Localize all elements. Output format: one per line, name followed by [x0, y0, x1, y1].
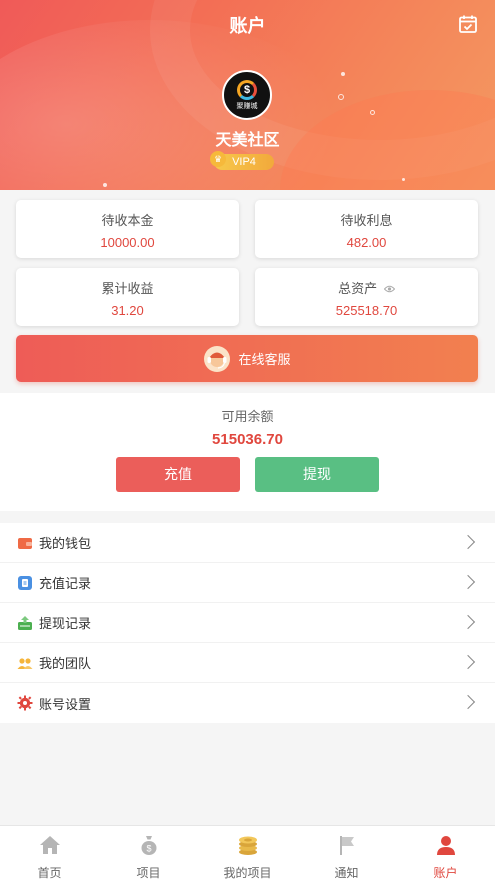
online-service-label: 在线客服 — [238, 352, 291, 367]
balance-panel: 可用余额 515036.70 充值 提现 — [0, 393, 495, 511]
menu-item-recharge-records[interactable]: 充值记录 — [0, 563, 495, 603]
total-assets-label: 总资产 — [338, 281, 378, 296]
pending-principal-label: 待收本金 — [101, 213, 154, 228]
total-assets-value: 525518.70 — [335, 303, 398, 318]
eye-icon[interactable] — [383, 285, 395, 293]
recharge-record-icon — [18, 575, 32, 590]
menu-label: 我的钱包 — [39, 536, 92, 551]
money-bag-icon: $ — [141, 836, 156, 855]
pending-interest-value: 482.00 — [346, 235, 387, 250]
headset-icon — [204, 345, 231, 372]
coin-stack-icon — [238, 836, 257, 855]
flag-icon — [339, 836, 354, 855]
page-title: 账户 — [229, 16, 266, 36]
avatar-brand-text: 聚赚城 — [236, 102, 258, 110]
total-earnings-card: 累计收益 31.20 — [16, 268, 239, 326]
total-assets-card: 总资产 525518.70 — [255, 268, 478, 326]
menu-item-my-team[interactable]: 我的团队 — [0, 643, 495, 683]
tab-label: 项目 — [136, 866, 161, 880]
decor-dot — [370, 110, 375, 115]
chevron-right-icon — [460, 614, 476, 630]
chevron-right-icon — [460, 694, 476, 710]
tab-projects[interactable]: $ 项目 — [99, 826, 198, 885]
decor-dot — [402, 178, 405, 181]
decor-dot — [103, 183, 107, 187]
svg-text:$: $ — [146, 844, 151, 854]
total-assets-header: 总资产 — [255, 278, 478, 297]
tab-label: 通知 — [334, 866, 359, 880]
settings-gear-icon — [17, 695, 33, 711]
online-service-button[interactable]: 在线客服 — [16, 335, 478, 382]
available-balance-amount: 515036.70 — [212, 431, 283, 448]
bottom-tab-bar: 首页 $ 项目 我的项目 通知 账户 — [0, 825, 495, 885]
vip-badge: ♛ VIP4 — [210, 151, 274, 170]
account-menu: 我的钱包 充值记录 提现记录 我的团队 账号设置 — [0, 523, 495, 723]
menu-item-withdraw-records[interactable]: 提现记录 — [0, 603, 495, 643]
tab-label: 首页 — [37, 866, 62, 880]
total-earnings-label: 累计收益 — [101, 281, 154, 296]
withdraw-record-icon — [18, 615, 32, 630]
calendar-check-icon[interactable] — [458, 14, 478, 34]
chevron-right-icon — [460, 574, 476, 590]
avatar[interactable]: $ 聚赚城 — [222, 70, 272, 120]
available-balance-label: 可用余额 — [221, 409, 274, 424]
total-earnings-value: 31.20 — [111, 303, 144, 318]
decor-dot — [338, 94, 344, 100]
home-icon — [39, 836, 60, 854]
user-icon — [436, 836, 455, 855]
pending-interest-card: 待收利息 482.00 — [255, 200, 478, 258]
tab-label: 我的项目 — [223, 866, 272, 880]
wallet-icon — [18, 537, 32, 549]
tab-home[interactable]: 首页 — [0, 826, 99, 885]
crown-icon: ♛ — [210, 151, 226, 167]
username: 天美社区 — [215, 132, 280, 149]
account-header: 账户 $ 聚赚城 天美社区 ♛ VIP4 — [0, 0, 495, 190]
decor-dot — [341, 72, 345, 76]
team-icon — [17, 657, 33, 669]
menu-label: 账号设置 — [39, 696, 92, 712]
menu-label: 我的团队 — [39, 656, 92, 671]
pending-interest-label: 待收利息 — [340, 213, 393, 228]
tab-my-projects[interactable]: 我的项目 — [198, 826, 297, 885]
pending-principal-card: 待收本金 10000.00 — [16, 200, 239, 258]
pending-principal-value: 10000.00 — [100, 235, 155, 250]
menu-label: 充值记录 — [39, 576, 92, 591]
recharge-button[interactable]: 充值 — [116, 457, 240, 492]
vip-level: VIP4 — [232, 156, 256, 168]
withdraw-button[interactable]: 提现 — [255, 457, 379, 492]
tab-account[interactable]: 账户 — [396, 826, 495, 885]
tab-label: 账户 — [433, 866, 458, 880]
menu-item-account-settings[interactable]: 账号设置 — [0, 683, 495, 723]
tab-notifications[interactable]: 通知 — [297, 826, 396, 885]
menu-label: 提现记录 — [39, 616, 92, 631]
menu-item-wallet[interactable]: 我的钱包 — [0, 523, 495, 563]
dollar-logo-icon: $ — [237, 79, 257, 100]
chevron-right-icon — [460, 654, 476, 670]
chevron-right-icon — [460, 534, 476, 550]
